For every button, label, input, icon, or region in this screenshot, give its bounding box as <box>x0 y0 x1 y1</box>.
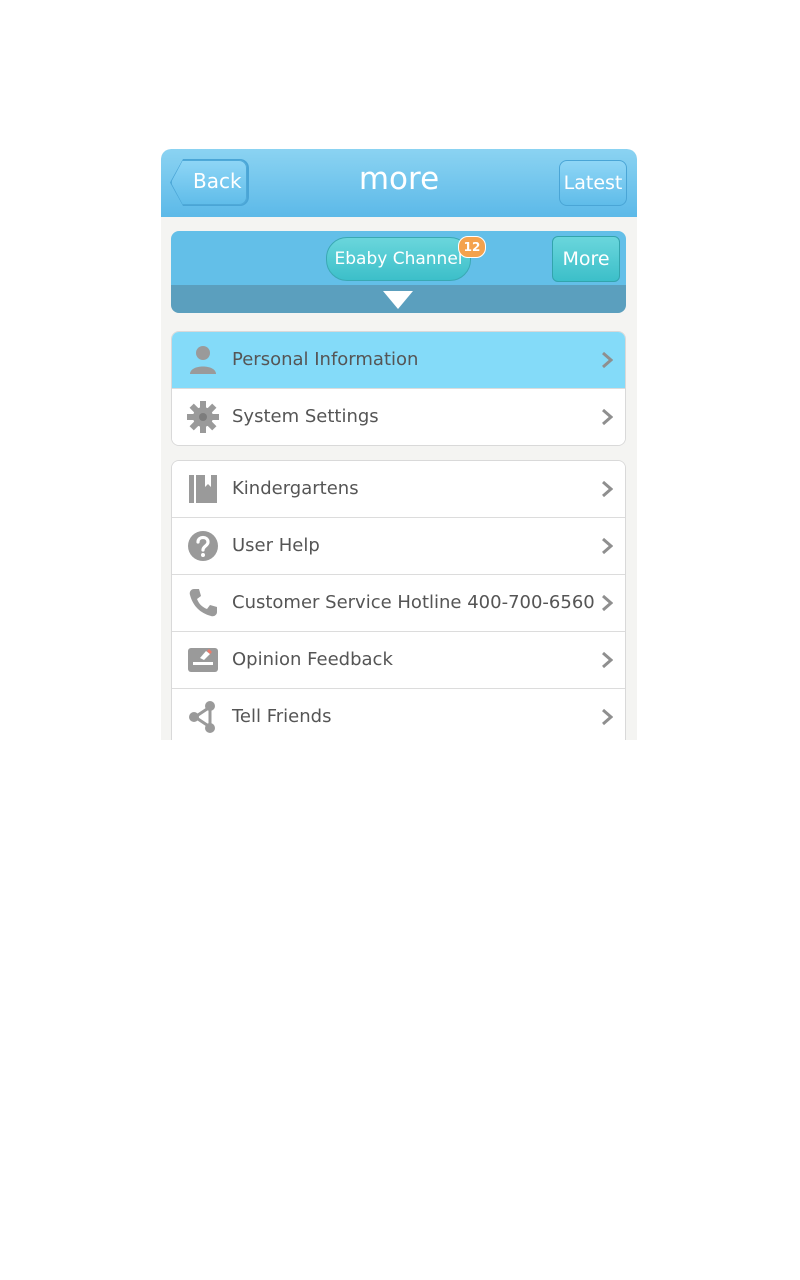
chevron-right-icon <box>602 594 613 612</box>
latest-button[interactable]: Latest <box>559 160 627 206</box>
list-item-personal-information[interactable]: Personal Information <box>172 332 625 388</box>
list-item-label: Tell Friends <box>232 706 332 727</box>
question-icon <box>188 531 218 561</box>
list-item-label: User Help <box>232 535 320 556</box>
share-icon <box>189 701 215 733</box>
settings-group-primary: Personal Information System Settings <box>171 331 626 446</box>
settings-group-secondary: Kindergartens User Help Customer Service… <box>171 460 626 740</box>
list-item-user-help[interactable]: User Help <box>172 517 625 574</box>
more-channels-button[interactable]: More <box>552 236 620 282</box>
list-item-opinion-feedback[interactable]: Opinion Feedback <box>172 631 625 688</box>
list-item-label: Customer Service Hotline 400-700-6560 <box>232 592 595 613</box>
list-item-label: Kindergartens <box>232 478 359 499</box>
notification-badge: 12 <box>458 236 486 258</box>
bookmark-book-icon <box>189 475 217 503</box>
user-icon <box>190 346 216 374</box>
channel-tab[interactable]: Ebaby Channel <box>326 237 471 281</box>
chevron-right-icon <box>602 351 613 369</box>
list-item-tell-friends[interactable]: Tell Friends <box>172 688 625 740</box>
expand-down-arrow-icon[interactable] <box>383 291 413 309</box>
chevron-right-icon <box>602 480 613 498</box>
list-item-kindergartens[interactable]: Kindergartens <box>172 461 625 517</box>
list-item-label: Personal Information <box>232 349 419 370</box>
list-item-system-settings[interactable]: System Settings <box>172 388 625 445</box>
feedback-box-icon <box>188 648 218 672</box>
gear-icon <box>187 401 219 433</box>
chevron-right-icon <box>602 537 613 555</box>
app-screen: Back more Latest Ebaby Channel 12 More P… <box>161 149 637 740</box>
chevron-right-icon <box>602 708 613 726</box>
list-item-label: Opinion Feedback <box>232 649 393 670</box>
nav-bar: Back more Latest <box>161 149 637 217</box>
list-item-customer-service-hotline[interactable]: Customer Service Hotline 400-700-6560 <box>172 574 625 631</box>
chevron-right-icon <box>602 408 613 426</box>
list-item-label: System Settings <box>232 406 379 427</box>
phone-icon <box>189 589 217 617</box>
chevron-right-icon <box>602 651 613 669</box>
channel-bar: Ebaby Channel 12 More <box>171 231 626 313</box>
